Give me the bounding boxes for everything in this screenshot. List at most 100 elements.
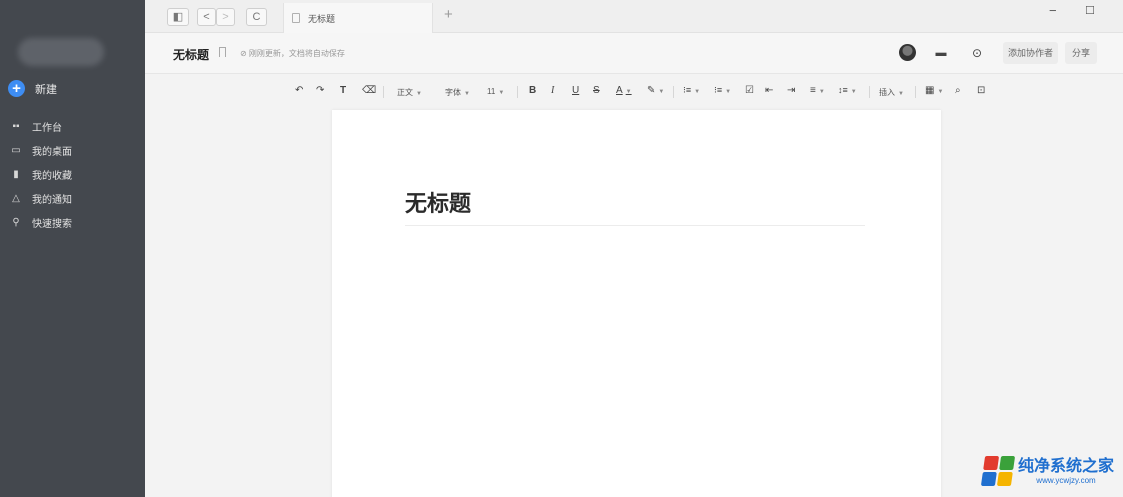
bookmark-icon[interactable]: [219, 47, 226, 57]
line-spacing-button[interactable]: ↕≡ ▼: [838, 85, 857, 95]
sidebar-item-desktop[interactable]: ▭ 我的桌面: [10, 138, 72, 162]
add-collaborator-button[interactable]: 添加协作者: [1003, 42, 1058, 64]
chevron-down-icon: ▼: [625, 89, 632, 95]
windows-logo-icon: [980, 456, 1016, 486]
sidebar-nav: ▪▪ 工作台 ▭ 我的桌面 ▮ 我的收藏 △ 我的通知 ⚲ 快速搜索: [10, 114, 72, 234]
plus-icon: +: [8, 80, 25, 97]
site-watermark: 纯净系统之家 www.ycwjzy.com: [980, 456, 1114, 486]
logo-tile-red: [983, 456, 1000, 470]
watermark-text-block: 纯净系统之家 www.ycwjzy.com: [1018, 458, 1114, 485]
ordered-list-icon: ⁝≡: [683, 85, 692, 95]
sidebar-item-notifications[interactable]: △ 我的通知: [10, 186, 72, 210]
back-button[interactable]: <: [197, 8, 216, 26]
strikethrough-button[interactable]: S: [593, 85, 600, 96]
refresh-icon: C: [252, 11, 261, 23]
user-profile[interactable]: [18, 38, 104, 66]
chevron-down-icon: ▼: [937, 89, 944, 95]
line-spacing-icon: ↕≡: [838, 85, 848, 95]
bold-button[interactable]: B: [529, 85, 536, 96]
maximize-button[interactable]: ☐: [1085, 4, 1095, 17]
font-size-select[interactable]: 11 ▼: [487, 87, 504, 96]
chevron-right-icon: >: [222, 11, 229, 23]
watermark-url: www.ycwjzy.com: [1036, 475, 1096, 485]
document-header-title[interactable]: 无标题: [173, 46, 209, 63]
highlight-icon: ✎: [647, 85, 656, 96]
bookmark-icon: ▮: [13, 168, 19, 180]
underline-button[interactable]: U: [572, 85, 579, 96]
new-document-button[interactable]: + 新建: [8, 80, 57, 97]
chevron-down-icon: ▼: [658, 89, 665, 95]
formatting-toolbar: ↶ ↷ T ⌫ 正文 ▼ 字体 ▼ 11 ▼ B I U S A ▼ ✎ ▼ ⁝≡ ▼ ⁝≡…: [145, 74, 1123, 110]
insert-button[interactable]: 插入 ▼: [879, 87, 904, 98]
indent-decrease-button[interactable]: ⇤: [765, 85, 773, 96]
highlight-button[interactable]: ✎ ▼: [647, 85, 664, 96]
chevron-down-icon: ▼: [725, 89, 732, 95]
minimize-button[interactable]: −: [1049, 3, 1057, 18]
new-tab-button[interactable]: +: [444, 6, 453, 23]
share-button[interactable]: 分享: [1065, 42, 1097, 64]
font-size-value: 11: [487, 87, 496, 96]
sidebar-item-label: 我的桌面: [32, 146, 72, 158]
tab-title: 无标题: [308, 13, 336, 24]
chevron-down-icon: ▼: [416, 91, 422, 97]
save-status: ⊘ 刚刚更新，文档将自动保存: [240, 49, 345, 58]
desktop-icon: ▭: [11, 144, 21, 156]
chevron-left-icon: <: [203, 11, 210, 23]
sidebar-item-favorites[interactable]: ▮ 我的收藏: [10, 162, 72, 186]
chevron-down-icon: ▼: [498, 90, 505, 96]
clear-format-icon[interactable]: ⌫: [362, 85, 376, 96]
comment-button[interactable]: ⊡: [977, 85, 985, 96]
undo-icon[interactable]: ↶: [295, 85, 303, 96]
font-color-icon: A: [616, 85, 623, 96]
unordered-list-button[interactable]: ⁝≡ ▼: [714, 85, 731, 96]
paragraph-style-value: 正文: [397, 88, 413, 97]
insert-label: 插入: [879, 88, 895, 97]
format-painter-icon[interactable]: T: [340, 85, 346, 96]
sidebar: + 新建 ▪▪ 工作台 ▭ 我的桌面 ▮ 我的收藏 △ 我的通知 ⚲ 快速搜索: [0, 0, 145, 497]
sidebar-item-label: 我的收藏: [32, 170, 72, 182]
sidebar-item-workbench[interactable]: ▪▪ 工作台: [10, 114, 72, 138]
redo-icon[interactable]: ↷: [316, 85, 324, 96]
sidebar-item-label: 我的通知: [32, 194, 72, 206]
comment-icon[interactable]: ▬: [933, 45, 949, 61]
tab-document[interactable]: 无标题: [283, 3, 433, 33]
chevron-down-icon: ▼: [694, 89, 701, 95]
table-icon: ▦: [925, 85, 935, 96]
font-color-button[interactable]: A ▼: [616, 85, 632, 96]
tab-bar: ◧ < > C 无标题 + − ☐: [145, 0, 1123, 33]
refresh-button[interactable]: C: [246, 8, 267, 26]
checklist-button[interactable]: ☑: [745, 85, 754, 96]
document-header: 无标题 ⊘ 刚刚更新，文档将自动保存 ▬ ⊙ 添加协作者 分享: [145, 33, 1123, 74]
present-icon[interactable]: ⊙: [969, 45, 985, 61]
search-icon: ⚲: [12, 216, 20, 228]
sidebar-item-label: 快速搜索: [32, 218, 72, 230]
sidebar-toggle-button[interactable]: ◧: [167, 8, 189, 26]
font-select[interactable]: 字体 ▼: [445, 87, 470, 98]
align-icon: ≡: [810, 85, 816, 96]
forward-button[interactable]: >: [216, 8, 235, 26]
logo-tile-yellow: [996, 472, 1013, 486]
logo-tile-blue: [980, 472, 997, 486]
document-title[interactable]: 无标题: [405, 186, 471, 218]
sidebar-item-label: 工作台: [32, 122, 62, 134]
italic-button[interactable]: I: [551, 85, 554, 96]
chevron-down-icon: ▼: [818, 89, 825, 95]
align-button[interactable]: ≡ ▼: [810, 85, 825, 96]
document-page[interactable]: 无标题: [332, 110, 941, 497]
paragraph-style-select[interactable]: 正文 ▼: [397, 87, 422, 98]
watermark-text: 纯净系统之家: [1018, 457, 1115, 475]
chevron-down-icon: ▼: [898, 91, 904, 97]
avatar[interactable]: [899, 44, 916, 61]
sidebar-item-quick-search[interactable]: ⚲ 快速搜索: [10, 210, 72, 234]
indent-increase-button[interactable]: ⇥: [787, 85, 795, 96]
ordered-list-button[interactable]: ⁝≡ ▼: [683, 85, 700, 96]
unordered-list-icon: ⁝≡: [714, 85, 723, 95]
table-button[interactable]: ▦ ▼: [925, 85, 943, 96]
logo-tile-green: [999, 456, 1016, 470]
font-value: 字体: [445, 88, 461, 97]
chevron-down-icon: ▼: [850, 89, 857, 95]
find-button[interactable]: ⌕: [955, 85, 961, 96]
new-document-label: 新建: [35, 83, 57, 96]
workbench-icon: ▪▪: [12, 120, 20, 132]
title-divider: [405, 225, 865, 226]
